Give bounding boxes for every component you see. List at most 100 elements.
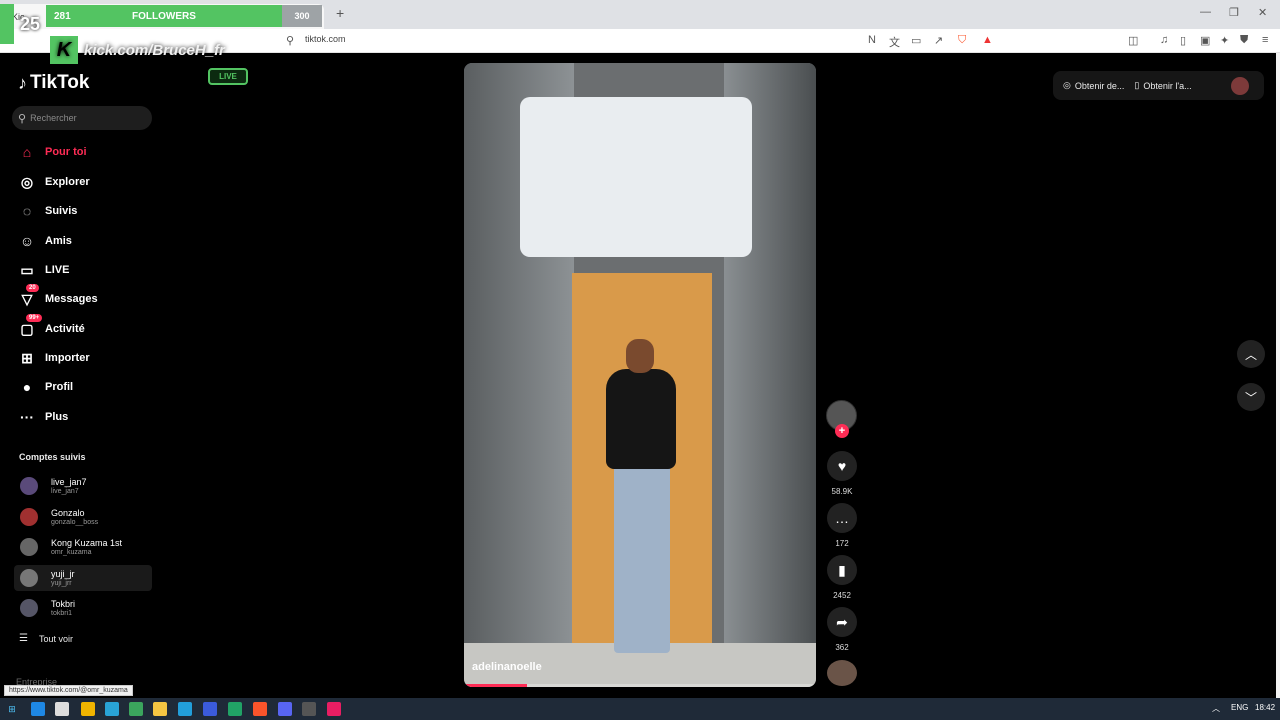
rewards-icon[interactable]: ▲ (982, 34, 993, 46)
nav-item-3[interactable]: ☺ Amis (18, 230, 72, 252)
upload-icon: ⊞ (21, 349, 33, 366)
account-handle: gonzalo__boss (51, 518, 99, 526)
save-count: 2452 (833, 591, 851, 600)
comment-action[interactable]: … 172 (826, 503, 858, 548)
nav-item-7[interactable]: ⊞ Importer (18, 347, 90, 369)
app-icon-6[interactable] (228, 702, 242, 716)
nav-label: Amis (45, 235, 72, 247)
notification-badge: 99+ (26, 314, 43, 322)
account-name: yuji_jr (51, 568, 75, 579)
brave-icon[interactable] (253, 702, 267, 716)
menu-icon[interactable]: ≡ (1262, 34, 1268, 46)
get-app-label: Obtenir l'a... (1143, 80, 1192, 91)
kick-logo-icon: K (50, 36, 78, 64)
account-text: yuji_jr yuji_jrr (51, 569, 75, 588)
site-settings-icon[interactable]: ⚲ (286, 34, 294, 47)
new-tab-button[interactable]: + (336, 5, 344, 21)
tiktok-logo[interactable]: ♪ TikTok (18, 72, 89, 94)
chevron-up-icon: ︿ (1244, 347, 1257, 362)
followed-account[interactable]: Tokbri tokbri1 (14, 595, 152, 621)
discord-icon[interactable] (278, 702, 292, 716)
nav-item-0[interactable]: ⌂ Pour toi (18, 141, 87, 163)
followed-account[interactable]: Kong Kuzama 1st omr_kuzama (14, 534, 152, 560)
get-app-button[interactable]: ▯ Obtenir l'a... (1134, 80, 1191, 91)
tray-chevron-icon[interactable]: ︿ (1212, 703, 1220, 714)
cast-icon[interactable]: ▭ (911, 34, 921, 47)
edge-icon[interactable] (31, 702, 45, 716)
live-label: LIVE (219, 72, 237, 81)
person-jacket (606, 369, 676, 469)
person-head (626, 339, 654, 373)
telegram-icon[interactable] (178, 702, 192, 716)
followed-account[interactable]: yuji_jr yuji_jrr (14, 565, 152, 591)
following-icon: ◌ (22, 203, 32, 219)
person-jeans (614, 463, 670, 653)
nav-item-8[interactable]: ● Profil (18, 376, 73, 398)
start-icon[interactable]: ⊞ (5, 702, 19, 716)
like-count: 58.9K (831, 487, 853, 496)
followed-accounts-title: Comptes suivis (19, 452, 86, 462)
app-icon-3[interactable] (105, 702, 119, 716)
clock[interactable]: 18:42 (1255, 703, 1275, 712)
obs-icon[interactable] (302, 702, 316, 716)
followed-account[interactable]: Gonzalo gonzalo__boss (14, 504, 152, 530)
save-action[interactable]: ▮ 2452 (826, 555, 858, 600)
app-icon-1[interactable] (55, 702, 69, 716)
user-avatar[interactable] (1231, 77, 1249, 95)
app-icon-7[interactable] (327, 702, 341, 716)
followers-goal: 300 (282, 5, 322, 27)
nav-item-5[interactable]: ▽ 20 Messages (18, 284, 98, 310)
scrollbar[interactable] (1276, 53, 1280, 698)
address-bar[interactable]: tiktok.com (305, 34, 346, 44)
next-video-button[interactable]: ﹀ (1237, 383, 1265, 411)
video-player[interactable]: adelinanoelle (464, 63, 816, 687)
music-icon[interactable]: ♫ (1160, 34, 1168, 46)
account-handle: live_jan7 (51, 487, 79, 495)
panel-icon[interactable]: ▯ (1180, 34, 1186, 47)
followed-account[interactable]: live_jan7 live_jan7 (14, 473, 152, 499)
app-icon-5[interactable] (203, 702, 217, 716)
previous-video-button[interactable]: ︿ (1237, 340, 1265, 368)
nav-item-9[interactable]: ··· Plus (18, 406, 68, 428)
translate-icon[interactable]: 文 (889, 34, 900, 50)
follow-plus-icon[interactable]: + (835, 424, 849, 438)
app-icon-2[interactable] (81, 702, 95, 716)
sidebar-toggle-icon[interactable]: ◫ (1128, 34, 1138, 47)
get-coins-label: Obtenir de... (1074, 80, 1125, 91)
video-progress-bar[interactable] (464, 684, 816, 687)
reader-icon[interactable]: N (868, 34, 876, 46)
like-action[interactable]: ♥ 58.9K (826, 451, 858, 496)
app-name: TikTok (30, 72, 90, 93)
nav-item-6[interactable]: ▢ 99+ Activité (18, 314, 85, 340)
nav-item-1[interactable]: ◎ Explorer (18, 171, 90, 193)
home-icon: ⌂ (22, 144, 32, 160)
live-badge: LIVE (208, 68, 248, 85)
minimize-icon[interactable]: — (1200, 6, 1211, 18)
search-input[interactable]: ⚲ Rechercher (12, 106, 152, 130)
language-indicator[interactable]: ENG (1231, 703, 1248, 712)
restore-icon[interactable]: ❐ (1229, 6, 1239, 19)
account-text: Tokbri tokbri1 (51, 599, 75, 618)
account-text: Kong Kuzama 1st omr_kuzama (51, 538, 122, 557)
nav-item-2[interactable]: ◌ Suivis (18, 200, 78, 222)
account-name: Kong Kuzama 1st (51, 537, 123, 548)
ai-icon[interactable]: ✦ (1220, 34, 1229, 47)
nav-item-4[interactable]: ▭ LIVE (18, 259, 69, 281)
nav-label: Messages (45, 293, 98, 305)
video-author[interactable]: adelinanoelle (472, 661, 542, 673)
share-icon[interactable]: ↗ (934, 34, 943, 47)
badge-number: 25 (20, 14, 41, 34)
kick-banner-text: kick.com/BruceH_fr (84, 41, 225, 59)
folder-icon[interactable] (153, 702, 167, 716)
nav-label: Explorer (45, 176, 90, 188)
wallet-icon[interactable]: ▣ (1200, 34, 1210, 47)
comment-icon: … (827, 503, 857, 533)
shield-icon[interactable]: ⛉ (958, 34, 966, 47)
close-icon[interactable]: ✕ (1258, 6, 1267, 19)
share-action[interactable]: ➦ 362 (826, 607, 858, 652)
app-icon-4[interactable] (129, 702, 143, 716)
vpn-icon[interactable]: ⛊ (1240, 34, 1248, 47)
get-coins-button[interactable]: ◎ Obtenir de... (1063, 80, 1124, 91)
see-all-button[interactable]: ☰ Tout voir (19, 633, 73, 644)
music-disc-icon[interactable] (827, 660, 857, 686)
